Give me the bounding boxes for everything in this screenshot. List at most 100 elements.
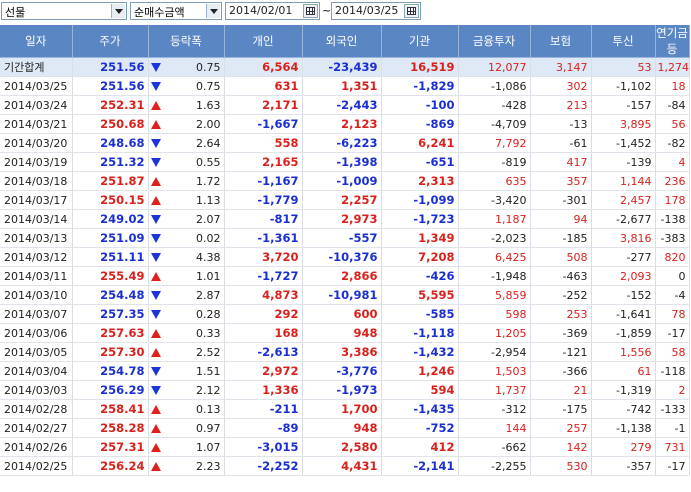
end-date-input[interactable]: 2014/03/25: [331, 2, 421, 20]
chevron-down-icon[interactable]: [206, 4, 220, 18]
cell-pension: 820: [655, 247, 690, 267]
cell-price: 254.48: [72, 285, 149, 305]
table-row[interactable]: 2014/03/25 251.56 0.75 631 1,351 -1,829 -1,086…: [0, 76, 690, 96]
cell-date: 2014/03/06: [0, 323, 73, 343]
cell-change: 2.64: [148, 133, 225, 153]
cell-foreign: -557: [302, 228, 382, 248]
table-row[interactable]: 2014/02/27 258.28 0.97 -89 948 -752 144 257 -1,1…: [0, 418, 690, 438]
cell-institution: -869: [381, 114, 459, 134]
cell-individual: -3,015: [224, 437, 303, 457]
table-row[interactable]: 2014/03/20 248.68 2.64 558 -6,223 6,241 7,792-…: [0, 133, 690, 153]
cell-trust: -1,452: [591, 133, 656, 153]
start-date-input[interactable]: 2014/02/01: [225, 2, 320, 20]
change-value: 1.72: [196, 174, 221, 188]
table-row[interactable]: 2014/03/12 251.11 4.38 3,720 -10,376 7,208 6,4…: [0, 247, 690, 267]
column-header[interactable]: 외국인: [302, 25, 382, 58]
cell-individual: 4,873: [224, 285, 303, 305]
cell-price: 252.31: [72, 95, 149, 115]
down-triangle-icon: [150, 367, 161, 376]
chevron-down-icon[interactable]: [111, 4, 125, 18]
table-row[interactable]: 2014/03/10 254.48 2.87 4,873 -10,981 5,595 5,8…: [0, 285, 690, 305]
cell-pension: 58: [655, 342, 690, 362]
table-row[interactable]: 2014/03/24 252.31 1.63 2,171 -2,443 -100 -428 2…: [0, 95, 690, 115]
cell-date: 2014/03/13: [0, 228, 73, 248]
cell-trust: -2,677: [591, 209, 656, 229]
cell-pension: 18: [655, 76, 690, 96]
cell-price: 257.31: [72, 437, 149, 457]
column-header[interactable]: 개인: [224, 25, 303, 58]
table-row[interactable]: 2014/03/03 256.29 2.12 1,336 -1,973 594 1,737 2…: [0, 380, 690, 400]
change-value: 2.23: [196, 459, 221, 473]
metric-select[interactable]: 순매수금액: [130, 2, 222, 20]
cell-price: 251.56: [72, 57, 149, 77]
change-value: 1.13: [196, 193, 221, 207]
cell-individual: 1,336: [224, 380, 303, 400]
column-header[interactable]: 주가: [72, 25, 149, 58]
cell-foreign: -10,376: [302, 247, 382, 267]
column-header[interactable]: 기관: [381, 25, 459, 58]
cell-trust: 1,556: [591, 342, 656, 362]
cell-institution: -1,723: [381, 209, 459, 229]
up-triangle-icon: [150, 177, 161, 186]
cell-fin-invest: 144: [458, 418, 531, 438]
table-row[interactable]: 2014/03/21 250.68 2.00 -1,667 2,123 -869 -4,70…: [0, 114, 690, 134]
cell-foreign: 600: [302, 304, 382, 324]
cell-insurance: 253: [530, 304, 592, 324]
cell-price: 251.87: [72, 171, 149, 191]
cell-fin-invest: -428: [458, 95, 531, 115]
change-value: 0.55: [196, 155, 221, 169]
table-row[interactable]: 2014/03/06 257.63 0.33 168 948 -1,118 1,205 -36…: [0, 323, 690, 343]
cell-insurance: -175: [530, 399, 592, 419]
change-value: 0.13: [196, 402, 221, 416]
cell-insurance: -61: [530, 133, 592, 153]
cell-change: 0.97: [148, 418, 225, 438]
cell-fin-invest: 635: [458, 171, 531, 191]
calendar-icon[interactable]: [303, 4, 318, 18]
cell-date: 2014/03/14: [0, 209, 73, 229]
table-row[interactable]: 2014/03/18 251.87 1.72 -1,167 -1,009 2,313 635…: [0, 171, 690, 191]
cell-institution: 5,595: [381, 285, 459, 305]
table-row[interactable]: 2014/02/25 256.24 2.23 -2,252 4,431 -2,141 -2,…: [0, 456, 690, 476]
cell-price: 256.29: [72, 380, 149, 400]
cell-individual: -2,252: [224, 456, 303, 476]
cell-fin-invest: -4,709: [458, 114, 531, 134]
cell-trust: 2,093: [591, 266, 656, 286]
column-header[interactable]: 금융투자: [458, 25, 531, 58]
cell-change: 1.63: [148, 95, 225, 115]
table-row[interactable]: 2014/03/11 255.49 1.01 -1,727 2,866 -426 -1,94…: [0, 266, 690, 286]
table-row[interactable]: 2014/02/28 258.41 0.13 -211 1,700 -1,435 -312-…: [0, 399, 690, 419]
cell-change: 2.23: [148, 456, 225, 476]
cell-institution: 7,208: [381, 247, 459, 267]
table-row[interactable]: 2014/03/05 257.30 2.52 -2,613 3,386 -1,432 -2,…: [0, 342, 690, 362]
cell-insurance: -13: [530, 114, 592, 134]
column-header[interactable]: 보험: [530, 25, 592, 58]
cell-pension: -17: [655, 456, 690, 476]
cell-foreign: -3,776: [302, 361, 382, 381]
cell-individual: 292: [224, 304, 303, 324]
cell-institution: -426: [381, 266, 459, 286]
table-row[interactable]: 2014/03/13 251.09 0.02 -1,361 -557 1,349 -2,02…: [0, 228, 690, 248]
cell-date: 2014/03/24: [0, 95, 73, 115]
change-value: 1.51: [196, 364, 221, 378]
table-row[interactable]: 2014/03/04 254.78 1.51 2,972 -3,776 1,246 1,50…: [0, 361, 690, 381]
table-row[interactable]: 2014/03/19 251.32 0.55 2,165 -1,398 -651 -819 4…: [0, 152, 690, 172]
column-header[interactable]: 연기금등: [655, 25, 690, 58]
table-row[interactable]: 2014/03/07 257.35 0.28 292 600 -585 598 253 -1,6…: [0, 304, 690, 324]
market-select[interactable]: 선물: [1, 2, 127, 20]
table-row[interactable]: 2014/03/14 249.02 2.07 -817 2,973 -1,723 1,187…: [0, 209, 690, 229]
table-row[interactable]: 2014/02/26 257.31 1.07 -3,015 2,580 412 -662 14…: [0, 437, 690, 457]
down-triangle-icon: [150, 234, 161, 243]
total-row[interactable]: 기간합계 251.56 0.75 6,564 -23,439 16,519 12,077 3,…: [0, 57, 690, 77]
table-row[interactable]: 2014/03/17 250.15 1.13 -1,779 2,257 -1,099 -3,…: [0, 190, 690, 210]
column-header[interactable]: 투신: [591, 25, 656, 58]
cell-pension: 1,274: [655, 57, 690, 77]
up-triangle-icon: [150, 272, 161, 281]
column-header[interactable]: 일자: [0, 25, 73, 58]
cell-price: 256.24: [72, 456, 149, 476]
cell-pension: -118: [655, 361, 690, 381]
calendar-icon[interactable]: [404, 4, 419, 18]
change-value: 2.07: [196, 212, 221, 226]
cell-trust: -277: [591, 247, 656, 267]
cell-trust: 61: [591, 361, 656, 381]
column-header[interactable]: 등락폭: [148, 25, 225, 58]
